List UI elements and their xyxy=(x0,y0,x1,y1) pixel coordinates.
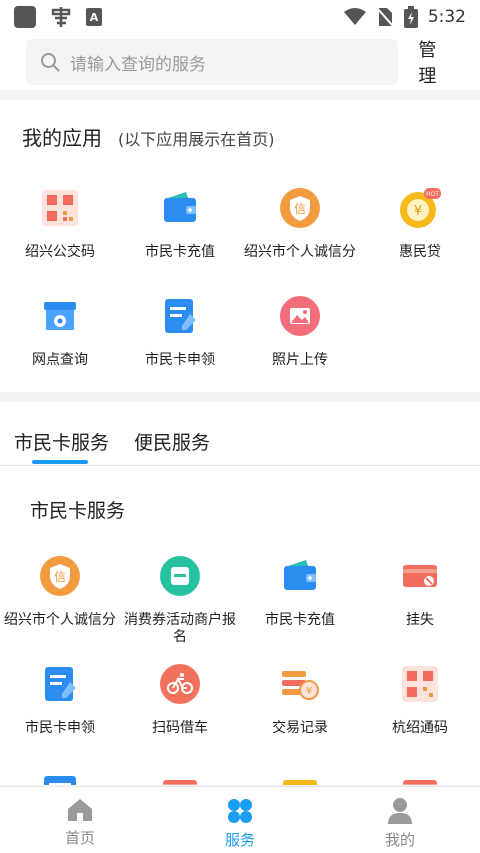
app-item-label: 网点查询 xyxy=(32,352,88,368)
my-apps-subtitle: (以下应用展示在首页) xyxy=(118,130,275,149)
qr-code-icon xyxy=(398,662,442,706)
search-icon xyxy=(41,53,60,72)
clock: 5:32 xyxy=(427,7,466,27)
svg-text:¥: ¥ xyxy=(306,686,312,697)
notification-square-icon xyxy=(14,6,36,28)
apply-form-icon xyxy=(158,294,202,338)
services-grid: 信 绍兴市个人诚信分 消费券活动商户报名 市民卡充值 挂失 市民卡申领 扫码借车… xyxy=(0,548,480,785)
card-lost-icon xyxy=(398,554,442,598)
my-apps-title: 我的应用 xyxy=(22,126,102,150)
service-item-label: 交易记录 xyxy=(272,720,328,736)
service-item-label: 挂失 xyxy=(406,612,434,628)
service-item-coupon-signup[interactable]: 消费券活动商户报名 xyxy=(120,548,240,656)
store-location-icon xyxy=(38,294,82,338)
app-item-bus-code[interactable]: 绍兴公交码 xyxy=(0,180,120,288)
coupon-icon xyxy=(158,554,202,598)
app-item-card-recharge[interactable]: 市民卡充值 xyxy=(120,180,240,288)
my-apps-grid: 绍兴公交码 市民卡充值 信 绍兴市个人诚信分 ¥ HOT 惠民贷 网点查询 市民… xyxy=(0,180,480,396)
transaction-record-icon: ¥ xyxy=(278,662,322,706)
yellow-card-icon xyxy=(278,770,322,785)
service-tabs: 市民卡服务 便民服务 xyxy=(0,402,480,466)
search-input[interactable]: 请输入查询的服务 xyxy=(26,39,399,85)
svg-text:¥: ¥ xyxy=(414,204,422,219)
bike-icon xyxy=(158,662,202,706)
service-item-label: 绍兴市个人诚信分 xyxy=(4,612,116,628)
hot-badge: HOT xyxy=(426,191,439,198)
service-item-card-recharge[interactable]: 市民卡充值 xyxy=(240,548,360,656)
app-item-photo-upload[interactable]: 照片上传 xyxy=(240,288,360,396)
services-icon xyxy=(228,799,252,823)
svg-text:信: 信 xyxy=(54,570,66,584)
home-icon xyxy=(68,799,92,821)
user-icon xyxy=(388,798,412,824)
app-item-loan[interactable]: ¥ HOT 惠民贷 xyxy=(360,180,480,288)
bottom-nav: 首页 服务 我的 xyxy=(0,786,480,853)
service-item-scan-bike[interactable]: 扫码借车 xyxy=(120,656,240,764)
nav-services[interactable]: 服务 xyxy=(160,787,320,853)
nav-label: 首页 xyxy=(64,829,95,847)
active-tab-indicator xyxy=(32,460,88,464)
app-item-label: 惠民贷 xyxy=(399,244,441,260)
service-item-list[interactable] xyxy=(0,764,120,785)
nav-label: 服务 xyxy=(224,831,255,849)
app-item-label: 绍兴市个人诚信分 xyxy=(244,244,356,260)
photo-icon xyxy=(278,294,322,338)
wallet-icon xyxy=(278,554,322,598)
service-item-credit-score[interactable]: 信 绍兴市个人诚信分 xyxy=(0,548,120,656)
app-item-label: 绍兴公交码 xyxy=(25,244,95,260)
service-item-label: 市民卡充值 xyxy=(265,612,335,628)
app-item-branch-query[interactable]: 网点查询 xyxy=(0,288,120,396)
wallet-icon xyxy=(158,186,202,230)
card-icon xyxy=(398,770,442,785)
service-item-label: 扫码借车 xyxy=(152,720,208,736)
service-item-card[interactable] xyxy=(120,764,240,785)
money-bag-icon: ¥ HOT xyxy=(398,186,442,230)
a-notification-icon: A xyxy=(86,8,102,26)
my-apps-section: 我的应用 (以下应用展示在首页) 绍兴公交码 市民卡充值 信 绍兴市个人诚信分 … xyxy=(0,100,480,392)
service-item-label: 杭绍通码 xyxy=(392,720,448,736)
no-sim-icon xyxy=(376,7,394,27)
nav-home[interactable]: 首页 xyxy=(0,787,160,853)
search-placeholder: 请输入查询的服务 xyxy=(70,54,206,75)
battery-icon xyxy=(403,6,418,28)
qr-code-icon xyxy=(38,186,82,230)
status-bar: A 5:32 xyxy=(0,0,480,34)
tab-convenience-services[interactable]: 便民服务 xyxy=(134,428,210,455)
app-notification-icon xyxy=(51,7,71,27)
nav-profile[interactable]: 我的 xyxy=(320,787,480,853)
service-item-report-loss[interactable]: 挂失 xyxy=(360,548,480,656)
manage-button[interactable]: 管理 xyxy=(418,36,454,88)
apply-form-icon xyxy=(38,662,82,706)
service-item-label: 消费券活动商户报名 xyxy=(124,612,236,645)
credit-shield-icon: 信 xyxy=(278,186,322,230)
search-header: 请输入查询的服务 管理 xyxy=(0,34,480,90)
card-icon xyxy=(158,770,202,785)
services-section: 市民卡服务 便民服务 市民卡服务 信 绍兴市个人诚信分 消费券活动商户报名 市民… xyxy=(0,402,480,785)
tab-citizen-card-services[interactable]: 市民卡服务 xyxy=(14,428,109,455)
list-icon xyxy=(38,770,82,785)
service-item-label: 市民卡申领 xyxy=(25,720,95,736)
app-item-card-apply[interactable]: 市民卡申领 xyxy=(120,288,240,396)
service-item-transactions[interactable]: ¥ 交易记录 xyxy=(240,656,360,764)
app-item-label: 照片上传 xyxy=(272,352,328,368)
wifi-icon xyxy=(343,8,366,25)
app-item-credit-score[interactable]: 信 绍兴市个人诚信分 xyxy=(240,180,360,288)
nav-label: 我的 xyxy=(384,831,415,849)
service-item-hangshao-code[interactable]: 杭绍通码 xyxy=(360,656,480,764)
svg-text:信: 信 xyxy=(294,202,306,216)
app-item-label: 市民卡充值 xyxy=(145,244,215,260)
services-title: 市民卡服务 xyxy=(30,500,126,522)
credit-shield-icon: 信 xyxy=(38,554,82,598)
app-item-label: 市民卡申领 xyxy=(145,352,215,368)
service-item-card-apply[interactable]: 市民卡申领 xyxy=(0,656,120,764)
service-item-card[interactable] xyxy=(360,764,480,785)
service-item-yellow-card[interactable] xyxy=(240,764,360,785)
